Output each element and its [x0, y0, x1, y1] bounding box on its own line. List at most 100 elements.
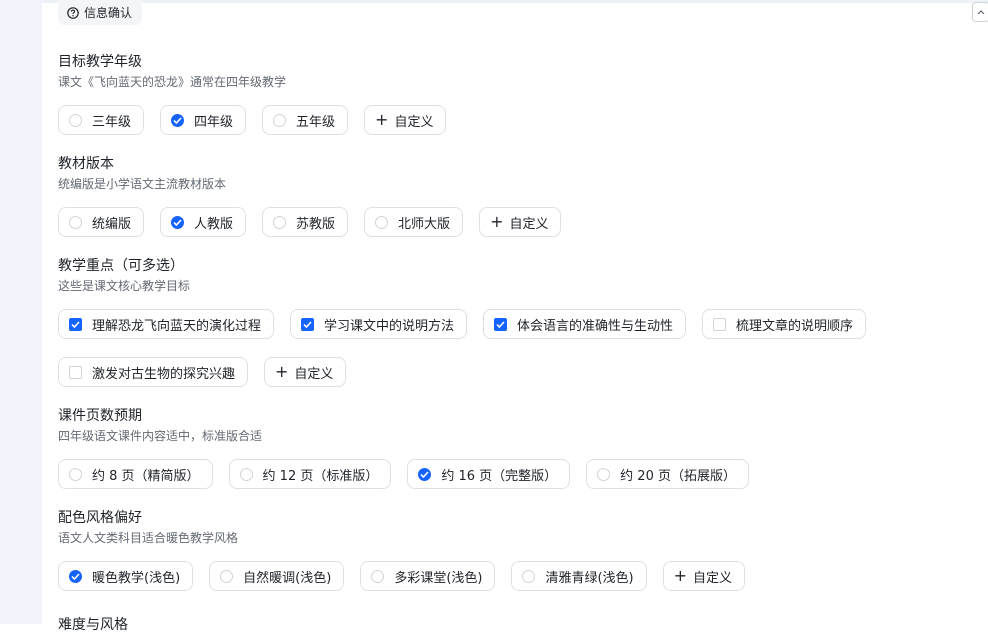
- option-label: 统编版: [92, 216, 132, 232]
- radio-option[interactable]: 五年级: [262, 105, 349, 135]
- radio-option[interactable]: 苏教版: [262, 207, 349, 237]
- section-title: 课件页数预期: [58, 408, 142, 424]
- radio-option[interactable]: 约 12 页（标准版）: [228, 459, 392, 489]
- checkbox-empty-icon: [69, 365, 82, 379]
- section-title: 目标教学年级: [58, 54, 142, 70]
- radio-empty-icon: [597, 467, 611, 481]
- radio-option[interactable]: 人教版: [160, 207, 247, 237]
- radio-selected-icon: [171, 113, 185, 127]
- radio-empty-icon: [371, 569, 385, 583]
- collapse-button[interactable]: [972, 2, 988, 22]
- radio-option[interactable]: 约 8 页（精简版）: [58, 459, 213, 489]
- custom-option-button[interactable]: + 自定义: [479, 207, 562, 237]
- chevron-up-icon: [977, 10, 985, 15]
- radio-option[interactable]: 多彩课堂(浅色): [360, 561, 496, 591]
- checkbox-option[interactable]: 体会语言的准确性与生动性: [483, 309, 687, 339]
- option-label: 五年级: [296, 114, 336, 130]
- option-group: 统编版 人教版 苏教版 北师大版 + 自定义: [58, 207, 988, 237]
- option-label: 多彩课堂(浅色): [394, 570, 483, 586]
- info-confirm-label: 信息确认: [84, 6, 133, 20]
- radio-empty-icon: [69, 467, 82, 481]
- radio-selected-icon: [69, 569, 82, 583]
- option-label: 暖色教学(浅色): [92, 570, 181, 586]
- next-section-title: 难度与风格: [58, 617, 128, 633]
- radio-empty-icon: [69, 215, 82, 229]
- option-label: 梳理文章的说明顺序: [736, 318, 854, 334]
- custom-option-button[interactable]: + 自定义: [264, 357, 347, 387]
- radio-empty-icon: [522, 569, 536, 583]
- checkbox-checked-icon: [494, 317, 508, 331]
- section-4: 配色风格偏好语文人文类科目适合暖色教学风格暖色教学(浅色) 自然暖调(浅色) 多彩课…: [58, 508, 988, 591]
- top-strip: [42, 0, 988, 3]
- radio-option[interactable]: 清雅青绿(浅色): [511, 561, 647, 591]
- checkbox-option[interactable]: 梳理文章的说明顺序: [702, 309, 867, 339]
- custom-label: 自定义: [394, 114, 434, 130]
- radio-option[interactable]: 统编版: [58, 207, 145, 237]
- option-label: 激发对古生物的探究兴趣: [92, 366, 236, 382]
- option-group: 理解恐龙飞向蓝天的演化过程 学习课文中的说明方法 体会语言的准确性与生动性 梳理文章的…: [58, 309, 988, 387]
- plus-icon: +: [490, 212, 504, 231]
- option-label: 人教版: [194, 216, 234, 232]
- checkbox-option[interactable]: 理解恐龙飞向蓝天的演化过程: [58, 309, 275, 339]
- checkbox-checked-icon: [69, 317, 82, 331]
- radio-option[interactable]: 约 20 页（拓展版）: [586, 459, 749, 489]
- section-description: 这些是课文核心教学目标: [58, 279, 191, 293]
- radio-option[interactable]: 四年级: [160, 105, 247, 135]
- option-label: 三年级: [92, 114, 132, 130]
- radio-option[interactable]: 三年级: [58, 105, 145, 135]
- option-group: 约 8 页（精简版） 约 12 页（标准版） 约 16 页（完整版） 约 20 页（拓…: [58, 459, 988, 489]
- radio-empty-icon: [239, 467, 253, 481]
- question-circle-icon: [67, 6, 79, 19]
- option-group: 暖色教学(浅色) 自然暖调(浅色) 多彩课堂(浅色) 清雅青绿(浅色) + 自定义: [58, 561, 988, 591]
- radio-selected-icon: [418, 467, 432, 481]
- section-2: 教学重点（可多选） 这些是课文核心教学目标理解恐龙飞向蓝天的演化过程 学习课文中的说…: [58, 256, 988, 387]
- option-label: 苏教版: [296, 216, 336, 232]
- section-description: 统编版是小学语文主流教材版本: [58, 177, 227, 191]
- radio-empty-icon: [69, 113, 82, 127]
- plus-icon: +: [375, 110, 389, 129]
- checkbox-option[interactable]: 学习课文中的说明方法: [290, 309, 468, 339]
- section-description: 四年级语文课件内容适中，标准版合适: [58, 429, 263, 443]
- radio-empty-icon: [273, 113, 287, 127]
- radio-option[interactable]: 暖色教学(浅色): [58, 561, 194, 591]
- section-3: 课件页数预期四年级语文课件内容适中，标准版合适约 8 页（精简版） 约 12 页（…: [58, 406, 988, 489]
- section-title: 教学重点（可多选）: [58, 258, 184, 274]
- section-title: 教材版本: [58, 156, 114, 172]
- option-label: 体会语言的准确性与生动性: [517, 318, 674, 334]
- custom-label: 自定义: [509, 216, 549, 232]
- question-form: 目标教学年级 课文《飞向蓝天的恐龙》通常在四年级教学 三年级 四年级 五年级 + 自定义 教材…: [58, 52, 988, 610]
- section-0: 目标教学年级课文《飞向蓝天的恐龙》通常在四年级教学三年级 四年级 五年级 + 自定义: [58, 52, 988, 135]
- section-1: 教材版本统编版是小学语文主流教材版本统编版 人教版 苏教版 北师大版 + 自定义: [58, 154, 988, 237]
- custom-label: 自定义: [294, 366, 334, 382]
- option-label: 约 12 页（标准版）: [262, 468, 379, 484]
- plus-icon: +: [275, 362, 289, 381]
- section-description: 课文《飞向蓝天的恐龙》通常在四年级教学: [58, 75, 287, 89]
- option-label: 约 20 页（拓展版）: [620, 468, 736, 484]
- section-description: 语文人文类科目适合暖色教学风格: [58, 531, 239, 545]
- option-label: 自然暖调(浅色): [243, 570, 332, 586]
- option-group: 三年级 四年级 五年级 + 自定义: [58, 105, 988, 135]
- custom-option-button[interactable]: + 自定义: [364, 105, 447, 135]
- option-label: 约 8 页（精简版）: [92, 468, 200, 484]
- left-rail: [0, 0, 42, 624]
- option-label: 四年级: [194, 114, 234, 130]
- option-label: 清雅青绿(浅色): [545, 570, 634, 586]
- option-label: 理解恐龙飞向蓝天的演化过程: [92, 318, 262, 334]
- radio-option[interactable]: 北师大版: [364, 207, 464, 237]
- checkbox-empty-icon: [713, 317, 727, 331]
- radio-option[interactable]: 约 16 页（完整版）: [407, 459, 571, 489]
- radio-empty-icon: [220, 569, 234, 583]
- custom-label: 自定义: [693, 570, 733, 586]
- section-title: 配色风格偏好: [58, 510, 142, 526]
- custom-option-button[interactable]: + 自定义: [662, 561, 746, 591]
- radio-selected-icon: [171, 215, 185, 229]
- option-label: 约 16 页（完整版）: [441, 468, 558, 484]
- radio-option[interactable]: 自然暖调(浅色): [209, 561, 345, 591]
- option-label: 学习课文中的说明方法: [324, 318, 455, 334]
- radio-empty-icon: [375, 215, 389, 229]
- radio-empty-icon: [273, 215, 287, 229]
- checkbox-checked-icon: [301, 317, 315, 331]
- checkbox-option[interactable]: 激发对古生物的探究兴趣: [58, 357, 249, 387]
- plus-icon: +: [673, 566, 688, 585]
- info-confirm-tag: 信息确认: [58, 0, 143, 25]
